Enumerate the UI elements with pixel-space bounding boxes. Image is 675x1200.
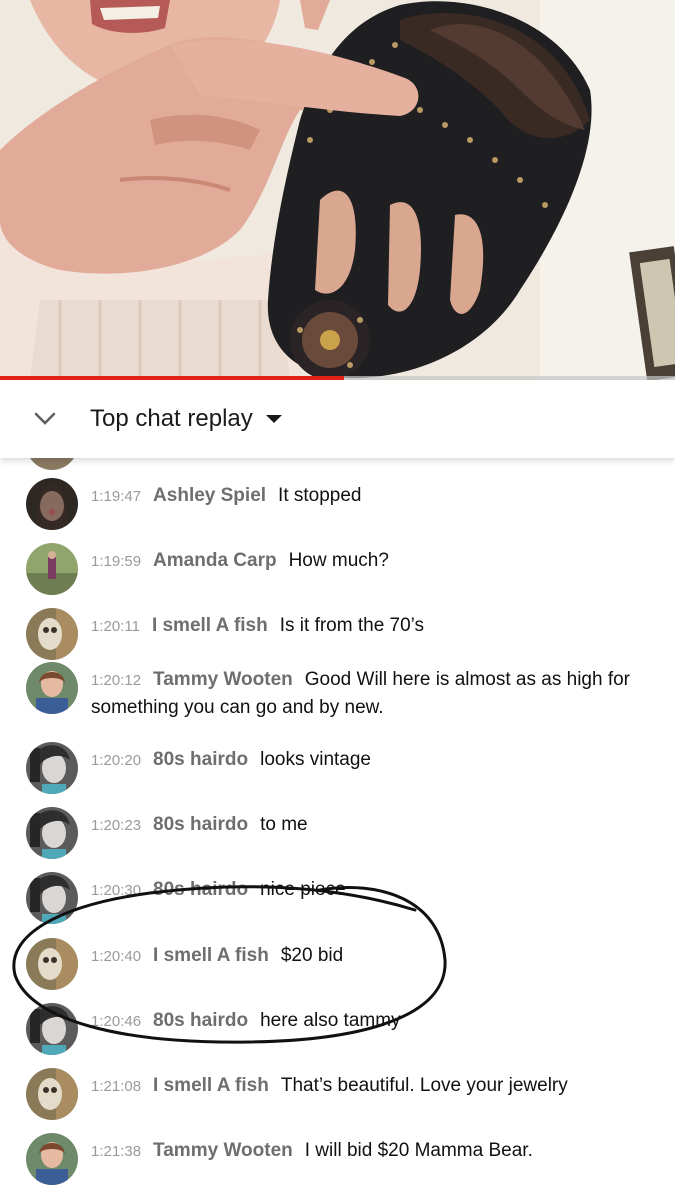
message-body: 1:19:47 Ashley Spiel It stopped — [91, 482, 651, 510]
video-frame — [0, 0, 675, 380]
message-body: 1:20:30 80s hairdo nice piece — [91, 876, 651, 904]
message-timestamp: 1:19:47 — [91, 488, 142, 505]
message-body: 1:19:59 Amanda Carp How much? — [91, 547, 651, 575]
message-text: That’s beautiful. Love your jewelry — [280, 1075, 568, 1096]
avatar[interactable] — [26, 807, 78, 859]
message-body: 1:20:11 I smell A fish Is it from the 70’s — [91, 612, 651, 640]
message-text: $20 bid — [280, 945, 344, 966]
message-timestamp: 1:20:23 — [91, 817, 142, 834]
avatar[interactable] — [26, 1003, 78, 1055]
message-author[interactable]: Ashley Spiel — [153, 485, 266, 506]
chat-mode-label: Top chat replay — [90, 405, 253, 432]
avatar[interactable] — [26, 543, 78, 595]
avatar[interactable] — [26, 662, 78, 714]
message-author[interactable]: I smell A fish — [153, 1075, 269, 1096]
message-timestamp: 1:21:08 — [91, 1078, 142, 1095]
message-text: It stopped — [278, 485, 362, 506]
avatar — [26, 458, 78, 470]
message-text: to me — [260, 814, 308, 835]
message-body: 1:21:38 Tammy Wooten I will bid $20 Mamma … — [91, 1137, 651, 1165]
message-author[interactable]: 80s hairdo — [153, 749, 248, 770]
message-author[interactable]: 80s hairdo — [153, 814, 248, 835]
message-text: here also tammy — [260, 1010, 401, 1031]
message-body: 1:20:20 80s hairdo looks vintage — [91, 746, 651, 774]
message-timestamp: 1:20:11 — [91, 618, 140, 635]
message-text: Is it from the 70’s — [279, 615, 425, 636]
message-text: How much? — [288, 550, 389, 571]
message-timestamp: 1:20:46 — [91, 1013, 142, 1030]
message-text: I will bid $20 Mamma Bear. — [304, 1140, 533, 1161]
message-author[interactable]: I smell A fish — [153, 945, 269, 966]
message-timestamp: 1:20:12 — [91, 672, 142, 689]
avatar[interactable] — [26, 1068, 78, 1120]
video-player[interactable] — [0, 0, 675, 380]
caret-down-icon — [265, 414, 283, 424]
avatar[interactable] — [26, 478, 78, 530]
message-author[interactable]: Tammy Wooten — [153, 669, 293, 690]
message-text: looks vintage — [260, 749, 371, 770]
message-author[interactable]: 80s hairdo — [153, 879, 248, 900]
message-body: 1:20:23 80s hairdo to me — [91, 811, 651, 839]
collapse-chat-button[interactable] — [0, 380, 90, 458]
message-author[interactable]: I smell A fish — [152, 615, 268, 636]
chat-header: Top chat replay — [0, 380, 675, 458]
message-timestamp: 1:21:38 — [91, 1143, 142, 1160]
message-timestamp: 1:20:40 — [91, 948, 142, 965]
message-timestamp: 1:20:30 — [91, 882, 142, 899]
message-timestamp: 1:19:59 — [91, 553, 142, 570]
message-body: 1:20:40 I smell A fish $20 bid — [91, 942, 651, 970]
message-body: 1:20:46 80s hairdo here also tammy — [91, 1007, 651, 1035]
message-text: nice piece — [260, 879, 346, 900]
message-timestamp: 1:20:20 — [91, 752, 142, 769]
chat-message-list[interactable]: 1:19:47 Ashley Spiel It stopped 1:19:59 Aman… — [0, 458, 675, 1200]
message-author[interactable]: Tammy Wooten — [153, 1140, 293, 1161]
avatar[interactable] — [26, 938, 78, 990]
message-body: 1:21:08 I smell A fish That’s beautiful. L… — [91, 1072, 651, 1100]
message-author[interactable]: Amanda Carp — [153, 550, 277, 571]
avatar[interactable] — [26, 1133, 78, 1185]
avatar[interactable] — [26, 608, 78, 660]
message-author[interactable]: 80s hairdo — [153, 1010, 248, 1031]
avatar[interactable] — [26, 742, 78, 794]
chevron-down-icon — [34, 412, 56, 425]
message-body: 1:20:12 Tammy Wooten Good Will here is alm… — [91, 666, 651, 721]
avatar[interactable] — [26, 872, 78, 924]
chat-mode-selector[interactable]: Top chat replay — [90, 405, 283, 433]
